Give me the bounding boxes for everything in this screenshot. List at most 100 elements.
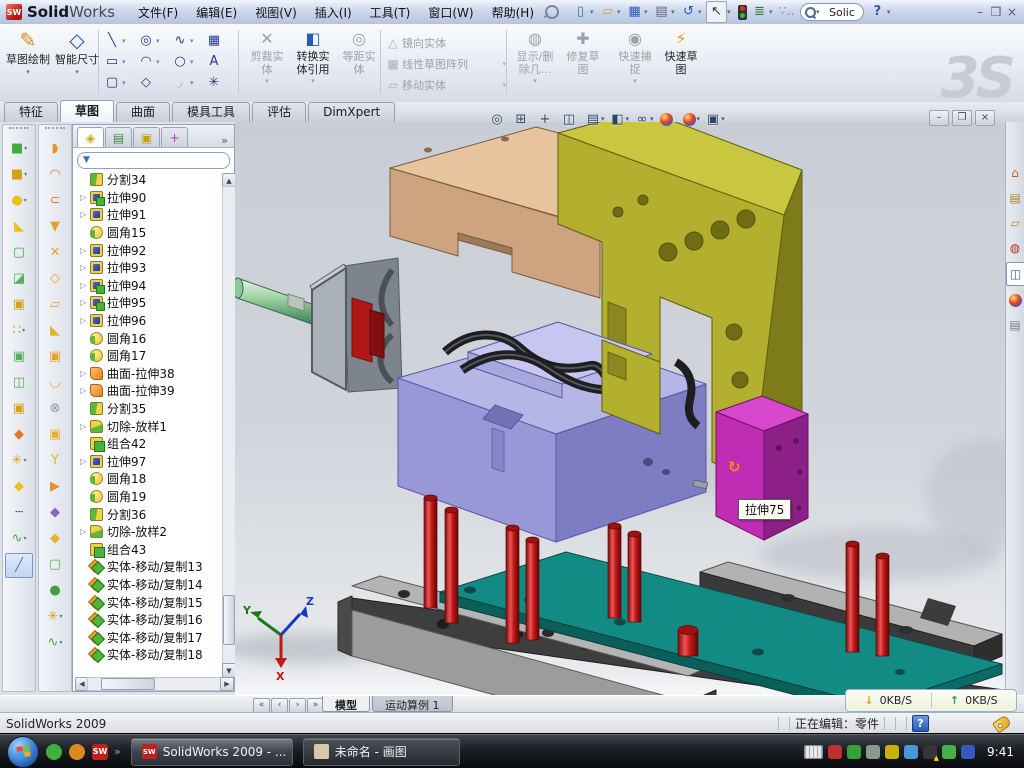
smart-dimension-button[interactable]: ◇智能尺寸▾ [53,27,101,97]
fillet-button[interactable]: ●▾ [6,189,32,212]
help-dropdown-icon[interactable]: ▾ [887,8,895,16]
combine-bodies-button[interactable]: ▣ [6,345,32,368]
extruded-boss-base-button[interactable]: ■▾ [6,137,32,160]
expander-icon[interactable]: ▷ [80,281,90,290]
ruled-surface-button[interactable]: ◡ [42,371,68,394]
convert-entities-dropdown-icon[interactable]: ▾ [311,77,315,85]
delete-body-button[interactable]: ◆ [6,475,32,498]
undo-button[interactable]: ↺ [679,2,698,22]
expander-icon[interactable]: ▷ [80,298,90,307]
spline-button[interactable]: ∿▾ [170,30,204,51]
restore-button[interactable]: ❒ [988,3,1004,21]
convert-entities-button[interactable]: ◧转换实体引用▾ [290,28,336,85]
sketch-dropdown-icon[interactable]: ▾ [26,68,30,76]
tab-DimXpert[interactable]: DimXpert [308,102,395,122]
extruded-cut-dropdown-icon[interactable]: ▾ [24,171,27,178]
parting-line-button[interactable]: ◆ [42,501,68,524]
tooling-split-button[interactable]: ▣ [42,423,68,446]
quick-launch-chevron[interactable]: » [114,745,121,758]
new-document-dropdown-icon[interactable]: ▾ [590,8,598,16]
tab-模具工具[interactable]: 模具工具 [172,102,250,122]
shell-button[interactable]: ▢ [6,241,32,264]
centerpoint-arc-dropdown-icon[interactable]: ▾ [156,58,160,66]
menu-帮助(H)[interactable]: 帮助(H) [483,1,543,24]
composite-curve-button[interactable]: ┄ [6,501,32,524]
propertymanager-tab[interactable]: ▤ [105,127,132,147]
expander-icon[interactable]: ▷ [80,422,90,431]
view-settings-dropdown-icon[interactable]: ▾ [721,115,725,123]
network-speed-widget[interactable]: ↓0KB/S ↑0KB/S [845,689,1017,712]
view-orientation-dropdown-icon[interactable]: ▾ [601,115,605,123]
display-delete-relations-dropdown-icon[interactable]: ▾ [533,77,537,85]
freeform-spline-dropdown-icon[interactable]: ▾ [59,639,62,646]
tree-item-分割34[interactable]: 分割34 [73,171,221,189]
tree-item-拉伸92[interactable]: ▷拉伸92 [73,241,221,259]
tree-item-分割35[interactable]: 分割35 [73,400,221,418]
print-button[interactable]: ▤ [652,2,671,22]
network-tray-icon[interactable] [904,745,918,759]
tree-item-圆角19[interactable]: 圆角19 [73,488,221,506]
insert-part-dropdown-icon[interactable]: ▾ [23,457,26,464]
line-button[interactable]: ╲▾ [102,30,136,51]
tree-scrollbar-thumb[interactable] [223,595,235,645]
expander-icon[interactable]: ▷ [80,210,90,219]
taskbar-button-未命名 - 画图[interactable]: 未命名 - 画图 [303,738,460,766]
save-button[interactable]: ▦ [625,2,644,22]
warning-tray-icon[interactable] [923,745,937,759]
menu-窗口(W)[interactable]: 窗口(W) [419,1,482,24]
apply-scene-icon[interactable] [683,113,696,126]
expander-icon[interactable]: ▷ [80,193,90,202]
move-face-button[interactable]: ▶ [42,475,68,498]
minimize-button[interactable]: – [972,3,988,21]
menu-工具(T)[interactable]: 工具(T) [361,1,420,24]
part-cavity-block[interactable] [398,322,708,542]
expander-icon[interactable]: ▷ [80,316,90,325]
tree-item-实体-移动/复制17[interactable]: 实体-移动/复制17 [73,628,221,646]
view-palette-tab[interactable]: ◫ [1006,262,1024,286]
tree-item-拉伸94[interactable]: ▷拉伸94 [73,277,221,295]
toolbar-extra-button[interactable]: ∵.. [777,2,796,22]
tree-item-分割36[interactable]: 分割36 [73,505,221,523]
chamfer-button[interactable]: ◣ [6,215,32,238]
sketch-fillet-dropdown-icon[interactable]: ▾ [190,79,194,87]
update-tray-icon[interactable] [866,745,880,759]
shield-ok-tray-icon[interactable] [847,745,861,759]
draft-button[interactable]: ◪ [6,267,32,290]
straight-slot-button[interactable]: ▢▾ [102,72,136,93]
graphics-area[interactable]: ↻ [235,122,1005,695]
dimxpertmanager-tab[interactable]: + [161,127,188,147]
centerpoint-arc-button[interactable]: ◠▾ [136,51,170,72]
straight-slot-dropdown-icon[interactable]: ▾ [122,79,126,87]
menu-视图(V)[interactable]: 视图(V) [246,1,306,24]
sync-tray-icon[interactable] [961,745,975,759]
extruded-boss-base-dropdown-icon[interactable]: ▾ [24,145,27,152]
doc-minimize-button[interactable]: – [929,110,949,126]
taskbar-button-SolidWorks 2009 - ...[interactable]: SWSolidWorks 2009 - ... [131,738,293,766]
undo-dropdown-icon[interactable]: ▾ [698,8,706,16]
custom-properties-tab[interactable]: ▤ [1006,314,1024,336]
display-style-dropdown-icon[interactable]: ▾ [626,115,630,123]
tab-评估[interactable]: 评估 [252,102,306,122]
menu-文件(F)[interactable]: 文件(F) [129,1,187,24]
repair-sketch-button[interactable]: ✚修复草图 [560,28,606,76]
section-view-icon[interactable]: ◫ [557,112,581,127]
display-delete-relations-button[interactable]: ◍显示/删除几...▾ [512,28,558,85]
pushpin-icon[interactable] [542,2,562,22]
manager-tabs-chevron[interactable]: » [221,134,228,147]
help-button[interactable]: ? [868,2,887,22]
select-cursor-button[interactable]: ↖ [706,1,727,23]
previous-view-icon[interactable]: + [533,112,557,127]
spline-curve-button[interactable]: ∿▾ [6,527,32,550]
doc-restore-button[interactable]: ❒ [952,110,972,126]
messenger-icon[interactable] [46,744,62,760]
part-slide-unit[interactable] [310,258,402,392]
rebuild-traffic-light-icon[interactable] [738,5,747,20]
tree-item-拉伸95[interactable]: ▷拉伸95 [73,294,221,312]
insert-part-button[interactable]: ✳▾ [6,449,32,472]
tree-item-实体-移动/复制14[interactable]: 实体-移动/复制14 [73,576,221,594]
insert-mold-part-dropdown-icon[interactable]: ▾ [59,613,62,620]
tree-item-实体-移动/复制18[interactable]: 实体-移动/复制18 [73,646,221,664]
linear-sketch-pattern-button[interactable]: ▦线性草图阵列▾ [384,53,506,74]
toolbar-grip[interactable] [9,127,29,134]
corner-rectangle-button[interactable]: ▭▾ [102,51,136,72]
